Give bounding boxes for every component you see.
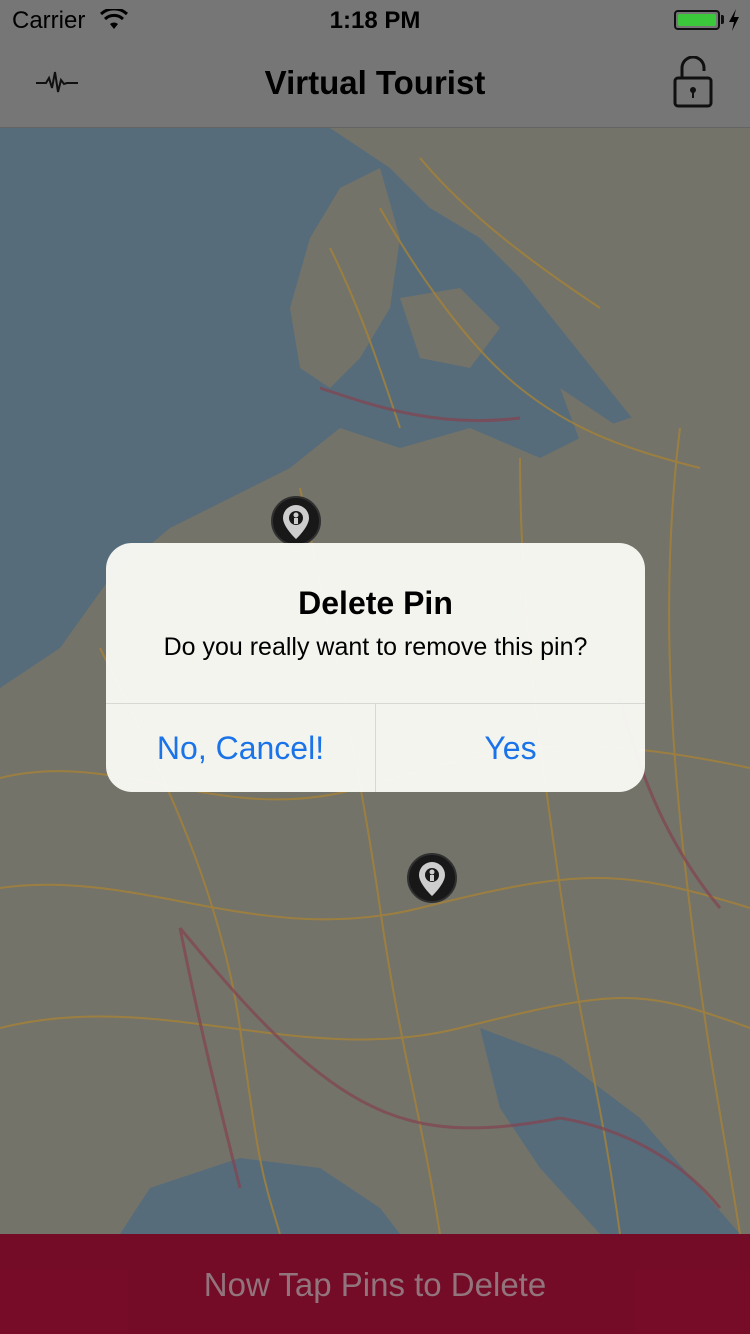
alert-message: Do you really want to remove this pin? [163,633,588,661]
pin-marker-icon [283,505,309,539]
delete-pin-alert: Delete Pin Do you really want to remove … [106,543,645,792]
pin-marker-icon [419,862,445,896]
battery-icon [674,10,720,30]
page-title: Virtual Tourist [264,64,486,101]
alert-title: Delete Pin [298,585,453,621]
delete-mode-banner: Now Tap Pins to Delete [0,1234,750,1334]
status-bar: Carrier 1:18 PM [0,0,750,40]
navigation-bar: Virtual Tourist [0,40,750,128]
delete-mode-label: Now Tap Pins to Delete [203,1266,547,1303]
map-pin-icon[interactable] [271,496,321,546]
confirm-delete-button[interactable]: Yes [376,704,645,792]
unlock-icon[interactable] [672,56,714,108]
status-time: 1:18 PM [329,7,421,34]
map-pin-icon[interactable] [407,853,457,903]
cancel-button[interactable]: No, Cancel! [106,704,375,792]
battery-tip [721,15,724,24]
charging-bolt-icon [729,9,739,31]
